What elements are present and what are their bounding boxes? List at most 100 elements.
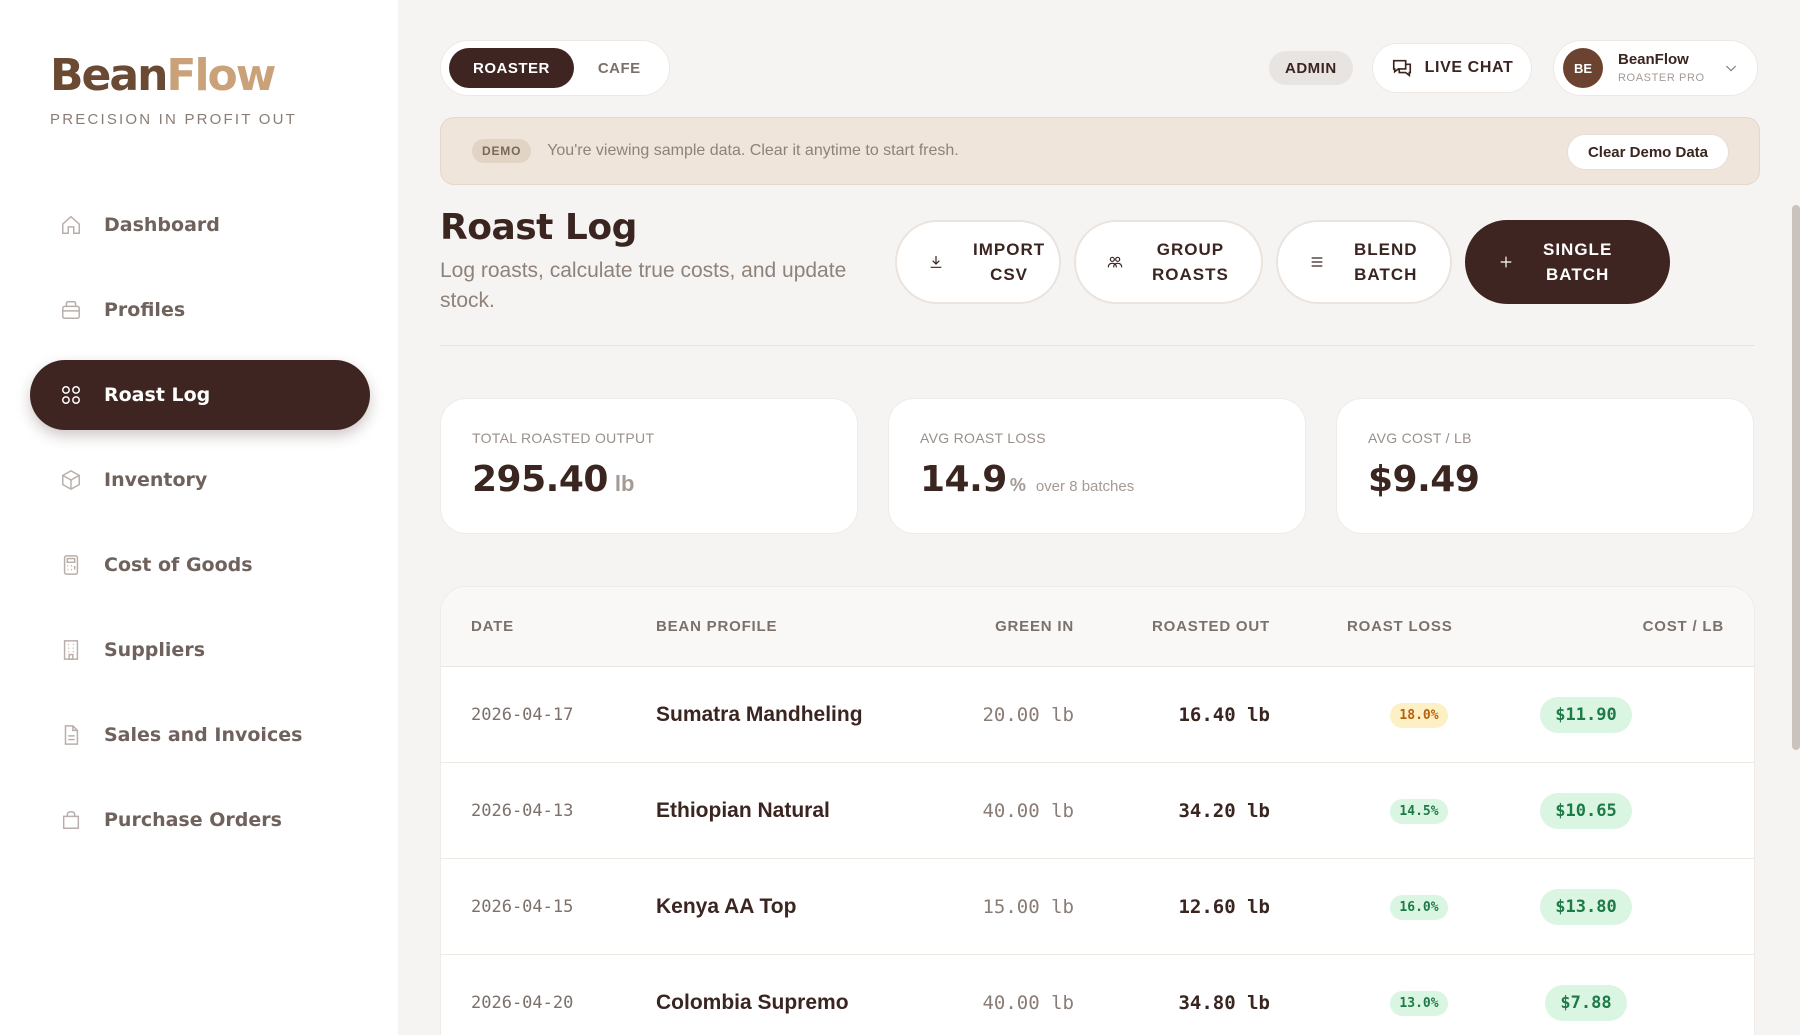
column-header-green-in[interactable]: GREEN IN	[995, 618, 1074, 635]
roast-log-table: DATE BEAN PROFILE GREEN IN ROASTED OUT R…	[440, 586, 1755, 1035]
download-icon	[927, 253, 945, 271]
cost-badge: $10.65	[1540, 793, 1632, 829]
live-chat-button[interactable]: LIVE CHAT	[1372, 43, 1532, 93]
sidebar-item-purchase-orders[interactable]: Purchase Orders	[30, 785, 370, 855]
stat-total-output: TOTAL ROASTED OUTPUT 295.40 lb	[440, 398, 858, 534]
column-header-bean-profile[interactable]: BEAN PROFILE	[656, 618, 777, 635]
stat-number: $9.49	[1368, 459, 1480, 500]
cell-cost-per-lb: $7.88	[1536, 955, 1636, 1035]
stat-avg-roast-loss: AVG ROAST LOSS 14.9 % over 8 batches	[888, 398, 1306, 534]
sidebar-item-sales-and-invoices[interactable]: Sales and Invoices	[30, 700, 370, 770]
roast-loss-badge: 18.0%	[1390, 702, 1448, 728]
sidebar: BeanFlow PRECISION IN PROFIT OUT Dashboa…	[0, 0, 398, 1035]
grid-icon	[60, 384, 82, 406]
profile-card-icon	[60, 299, 82, 321]
demo-banner: DEMO You're viewing sample data. Clear i…	[440, 117, 1760, 185]
sidebar-item-label: Cost of Goods	[104, 554, 253, 576]
brand-logo[interactable]: BeanFlow	[50, 50, 276, 101]
cell-date: 2026-04-15	[471, 897, 574, 917]
mode-toggle: ROASTER CAFE	[440, 40, 670, 96]
cost-badge: $13.80	[1540, 889, 1632, 925]
roast-loss-badge: 13.0%	[1390, 990, 1448, 1016]
cell-green-in: 40.00 lb	[982, 800, 1074, 822]
mode-roaster-button[interactable]: ROASTER	[449, 48, 574, 88]
sidebar-item-label: Dashboard	[104, 214, 220, 236]
brand-tagline: PRECISION IN PROFIT OUT	[50, 111, 298, 128]
sidebar-item-suppliers[interactable]: Suppliers	[30, 615, 370, 685]
cell-roasted-out: 34.80 lb	[1178, 992, 1270, 1014]
sidebar-item-label: Inventory	[104, 469, 208, 491]
document-icon	[60, 724, 82, 746]
sidebar-item-label: Suppliers	[104, 639, 206, 661]
single-batch-label: SINGLE BATCH	[1543, 240, 1613, 284]
sidebar-item-label: Profiles	[104, 299, 186, 321]
sidebar-item-cost-of-goods[interactable]: Cost of Goods	[30, 530, 370, 600]
sidebar-item-inventory[interactable]: Inventory	[30, 445, 370, 515]
table-row[interactable]: 2026-04-15 Kenya AA Top 15.00 lb 12.60 l…	[441, 859, 1754, 955]
table-body: 2026-04-17 Sumatra Mandheling 20.00 lb 1…	[441, 667, 1754, 1035]
sidebar-item-roast-log[interactable]: Roast Log	[30, 360, 370, 430]
blend-batch-button[interactable]: BLEND BATCH	[1276, 220, 1452, 304]
cell-date: 2026-04-20	[471, 993, 574, 1013]
calculator-icon	[60, 554, 82, 576]
cell-roasted-out: 12.60 lb	[1178, 896, 1270, 918]
brand-part-2: Flow	[166, 50, 276, 101]
column-header-cost-per-lb[interactable]: COST / LB	[1643, 618, 1724, 635]
chat-icon	[1392, 59, 1411, 77]
chevron-down-icon	[1723, 60, 1739, 76]
bag-icon	[60, 809, 82, 831]
stat-value: $9.49	[1368, 459, 1753, 500]
cell-roast-loss: 14.5%	[1384, 763, 1454, 859]
brand-part-1: Bean	[50, 50, 168, 101]
clear-demo-data-button[interactable]: Clear Demo Data	[1566, 134, 1729, 170]
table-header: DATE BEAN PROFILE GREEN IN ROASTED OUT R…	[441, 587, 1754, 667]
import-csv-button[interactable]: IMPORT CSV	[895, 220, 1061, 304]
table-row[interactable]: 2026-04-13 Ethiopian Natural 40.00 lb 34…	[441, 763, 1754, 859]
building-icon	[60, 639, 82, 661]
cell-roasted-out: 16.40 lb	[1178, 704, 1270, 726]
box-icon	[60, 469, 82, 491]
sidebar-item-label: Purchase Orders	[104, 809, 282, 831]
user-menu[interactable]: BE BeanFlow ROASTER PRO	[1553, 40, 1758, 96]
roast-loss-badge: 14.5%	[1390, 798, 1448, 824]
column-header-date[interactable]: DATE	[471, 618, 514, 635]
group-roasts-label: GROUP ROASTS	[1152, 240, 1229, 284]
table-row[interactable]: 2026-04-20 Colombia Supremo 40.00 lb 34.…	[441, 955, 1754, 1035]
mode-cafe-button[interactable]: CAFE	[574, 48, 665, 88]
group-roasts-button[interactable]: GROUP ROASTS	[1074, 220, 1263, 304]
cell-bean-profile: Sumatra Mandheling	[656, 703, 863, 726]
user-info: BeanFlow ROASTER PRO	[1618, 52, 1705, 84]
table-row[interactable]: 2026-04-17 Sumatra Mandheling 20.00 lb 1…	[441, 667, 1754, 763]
admin-badge[interactable]: ADMIN	[1269, 51, 1353, 85]
avatar: BE	[1563, 48, 1603, 88]
group-icon	[1106, 253, 1124, 271]
stat-unit: lb	[614, 471, 635, 496]
cell-date: 2026-04-17	[471, 705, 574, 725]
sidebar-item-profiles[interactable]: Profiles	[30, 275, 370, 345]
page-title: Roast Log	[440, 207, 637, 248]
stat-number: 14.9	[920, 459, 1007, 500]
cell-date: 2026-04-13	[471, 801, 574, 821]
blend-batch-label: BLEND BATCH	[1354, 240, 1418, 284]
demo-tag: DEMO	[472, 139, 532, 163]
cell-cost-per-lb: $10.65	[1536, 763, 1636, 859]
column-header-roasted-out[interactable]: ROASTED OUT	[1152, 618, 1270, 635]
column-header-roast-loss[interactable]: ROAST LOSS	[1347, 618, 1453, 635]
divider	[440, 345, 1755, 346]
single-batch-button[interactable]: SINGLE BATCH	[1465, 220, 1670, 304]
sidebar-item-label: Roast Log	[104, 384, 211, 406]
cell-roast-loss: 18.0%	[1384, 667, 1454, 763]
live-chat-label: LIVE CHAT	[1424, 59, 1514, 76]
sidebar-item-dashboard[interactable]: Dashboard	[30, 190, 370, 260]
cell-green-in: 40.00 lb	[982, 992, 1074, 1014]
cost-badge: $7.88	[1545, 985, 1627, 1021]
user-name: BeanFlow	[1618, 51, 1689, 69]
cell-roast-loss: 16.0%	[1384, 859, 1454, 955]
cell-roasted-out: 34.20 lb	[1178, 800, 1270, 822]
cell-bean-profile: Colombia Supremo	[656, 991, 849, 1014]
main-content: ROASTER CAFE ADMIN LIVE CHAT BE BeanFlow…	[398, 0, 1800, 1035]
user-role: ROASTER PRO	[1618, 71, 1705, 84]
page-subtitle: Log roasts, calculate true costs, and up…	[440, 259, 847, 312]
scrollbar[interactable]	[1792, 205, 1800, 750]
stat-value: 14.9 % over 8 batches	[920, 459, 1305, 500]
